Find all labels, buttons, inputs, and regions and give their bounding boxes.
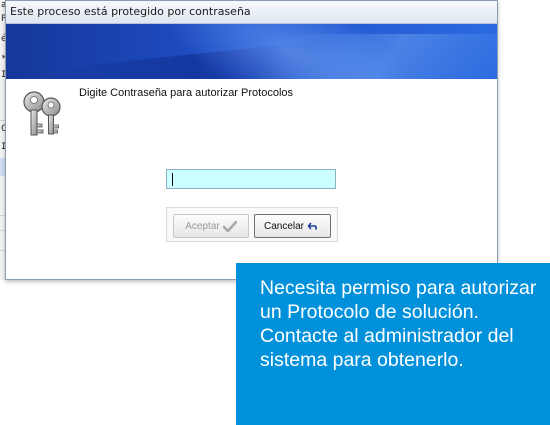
dialog-button-group: Aceptar Cancelar: [166, 207, 338, 242]
accept-button-label: Aceptar: [185, 220, 220, 232]
tooltip-text: Necesita permiso para autorizar un Proto…: [260, 277, 537, 371]
accept-button[interactable]: Aceptar: [173, 214, 249, 238]
dialog-titlebar[interactable]: Este proceso está protegido por contrase…: [6, 1, 497, 24]
keys-icon: [21, 89, 67, 139]
check-icon: [222, 220, 237, 232]
permission-tooltip: Necesita permiso para autorizar un Proto…: [236, 263, 550, 425]
dialog-title: Este proceso está protegido por contrase…: [10, 5, 251, 18]
password-input[interactable]: [166, 169, 336, 189]
cancel-button[interactable]: Cancelar: [254, 214, 331, 238]
cancel-button-label: Cancelar: [263, 220, 305, 232]
dialog-banner: [6, 24, 497, 79]
undo-icon: [307, 221, 321, 231]
text-caret: [172, 173, 173, 186]
dialog-message: Digite Contraseña para autorizar Protoco…: [79, 87, 294, 99]
